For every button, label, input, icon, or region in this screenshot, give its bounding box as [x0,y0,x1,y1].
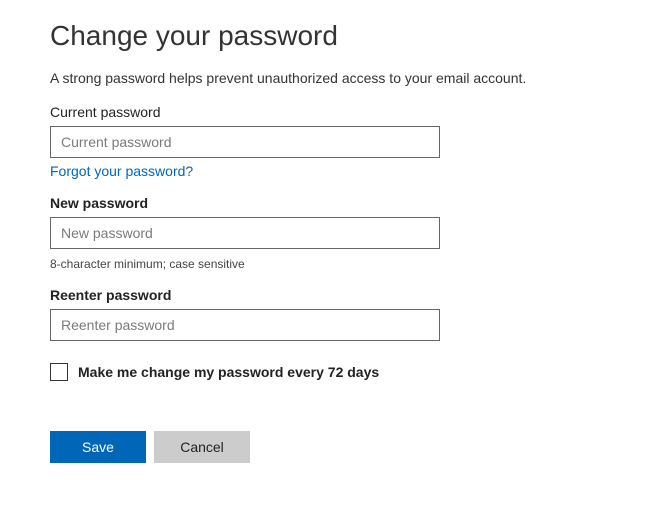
button-row: Save Cancel [50,431,662,463]
force-change-row: Make me change my password every 72 days [50,363,662,381]
password-hint: 8-character minimum; case sensitive [50,257,662,271]
reenter-password-input[interactable] [50,309,440,341]
cancel-button[interactable]: Cancel [154,431,250,463]
reenter-password-group: Reenter password [50,287,662,341]
force-change-checkbox[interactable] [50,363,68,381]
force-change-label: Make me change my password every 72 days [78,364,379,380]
current-password-label: Current password [50,104,662,120]
new-password-label: New password [50,195,662,211]
save-button[interactable]: Save [50,431,146,463]
new-password-group: New password 8-character minimum; case s… [50,195,662,271]
current-password-input[interactable] [50,126,440,158]
new-password-input[interactable] [50,217,440,249]
subtitle-text: A strong password helps prevent unauthor… [50,70,662,86]
current-password-group: Current password Forgot your password? [50,104,662,181]
forgot-password-link[interactable]: Forgot your password? [50,163,193,179]
page-title: Change your password [50,20,662,52]
reenter-password-label: Reenter password [50,287,662,303]
